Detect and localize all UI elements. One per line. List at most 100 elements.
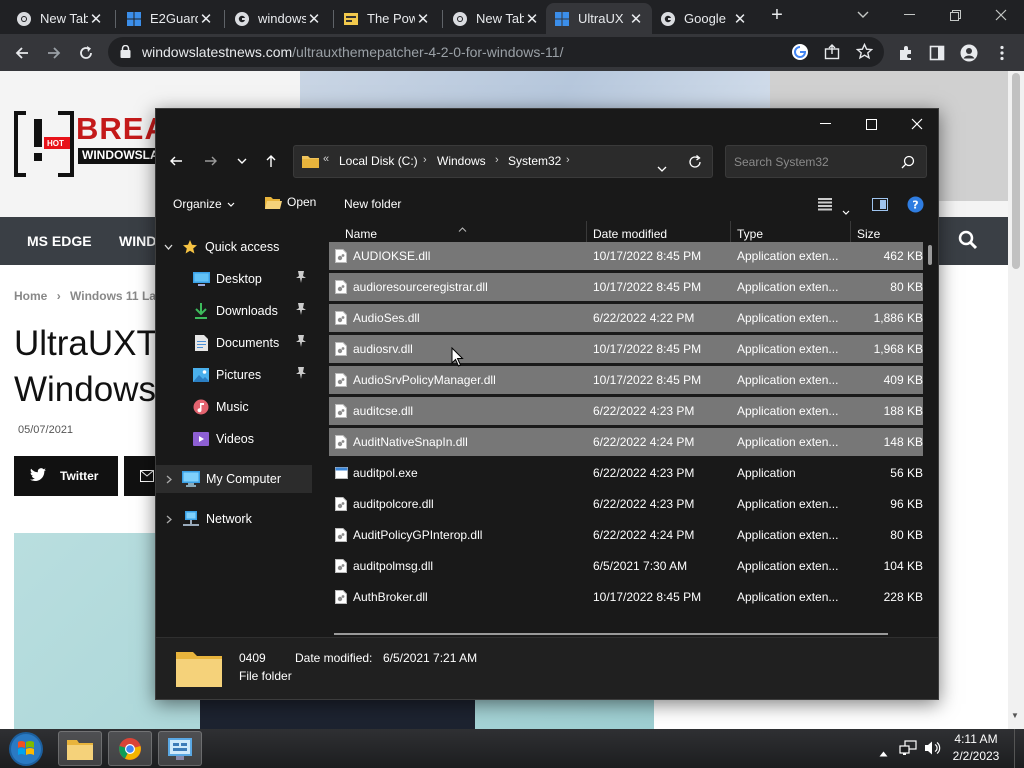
refresh-icon[interactable] — [688, 155, 702, 174]
start-button[interactable] — [5, 730, 47, 768]
expand-chevron-icon[interactable] — [164, 244, 173, 250]
forward-icon[interactable] — [197, 147, 225, 175]
tab-2[interactable]: E2Guardian ✕ — [118, 3, 222, 34]
crumb-separator[interactable]: › — [566, 154, 570, 166]
close-icon[interactable]: ✕ — [524, 10, 540, 28]
reload-icon[interactable] — [72, 39, 100, 67]
file-row[interactable]: AuthBroker.dll 10/17/2022 8:45 PM Applicat… — [329, 583, 923, 611]
forward-icon[interactable] — [40, 39, 68, 67]
back-icon[interactable] — [8, 39, 36, 67]
tab-7[interactable]: Google ✕ — [652, 3, 756, 34]
search-icon[interactable] — [958, 230, 978, 255]
column-size[interactable]: Size — [857, 227, 880, 241]
file-row[interactable]: AudioSes.dll 6/22/2022 4:22 PM Application… — [329, 304, 923, 332]
close-icon[interactable]: ✕ — [198, 10, 214, 28]
minimize-icon[interactable] — [802, 109, 848, 139]
menu-kebab-icon[interactable] — [988, 39, 1016, 67]
minimize-icon[interactable] — [886, 0, 932, 30]
file-row[interactable]: AuditPolicyGPInterop.dll 6/22/2022 4:24 P… — [329, 521, 923, 549]
crumb-system32[interactable]: System32 — [508, 154, 561, 168]
file-row[interactable]: AuditNativeSnapIn.dll 6/22/2022 4:24 PM Ap… — [329, 428, 923, 456]
address-dropdown-icon[interactable] — [657, 159, 667, 177]
tab-4[interactable]: The Powe ✕ — [335, 3, 439, 34]
close-icon[interactable]: ✕ — [628, 10, 644, 28]
file-row[interactable]: AUDIOKSE.dll 10/17/2022 8:45 PM Applicatio… — [329, 242, 923, 270]
back-icon[interactable] — [162, 147, 190, 175]
pin-icon[interactable] — [296, 335, 306, 350]
crumb-separator[interactable]: › — [423, 154, 427, 166]
nav-network[interactable]: Network — [166, 505, 252, 533]
tab-search-icon[interactable] — [840, 0, 886, 30]
close-icon[interactable]: ✕ — [88, 10, 104, 28]
file-row[interactable]: AudioSrvPolicyManager.dll 10/17/2022 8:45… — [329, 366, 923, 394]
crumb-local-disk[interactable]: Local Disk (C:) — [339, 154, 418, 168]
file-row[interactable]: auditpol.exe 6/22/2022 4:23 PM Application… — [329, 459, 923, 487]
google-lens-icon[interactable] — [791, 43, 809, 66]
column-name[interactable]: Name — [345, 227, 377, 241]
expand-chevron-icon[interactable] — [166, 475, 172, 484]
organize-menu[interactable]: Organize — [173, 197, 235, 211]
volume-icon[interactable] — [924, 740, 942, 761]
close-icon[interactable] — [978, 0, 1024, 30]
crumb-windows[interactable]: Windows — [437, 154, 486, 168]
new-tab-button[interactable]: + — [760, 0, 794, 30]
side-panel-icon[interactable] — [923, 39, 951, 67]
nav-quick-access[interactable]: Quick access — [164, 233, 279, 261]
file-row[interactable]: auditcse.dll 6/22/2022 4:23 PM Application… — [329, 397, 923, 425]
address-bar[interactable]: windowslatestnews.com/ultrauxthemepatche… — [108, 37, 884, 67]
preview-pane-icon[interactable] — [872, 198, 888, 216]
tab-3[interactable]: windows ✕ — [226, 3, 330, 34]
profile-icon[interactable] — [955, 39, 983, 67]
bookmark-star-icon[interactable] — [855, 42, 874, 65]
taskbar-clock-time[interactable]: 4:11 AM — [948, 732, 1004, 746]
pin-icon[interactable] — [296, 303, 306, 318]
file-row[interactable]: auditpolcore.dll 6/22/2022 4:23 PM Applica… — [329, 490, 923, 518]
show-desktop-button[interactable] — [1014, 729, 1024, 768]
tab-1[interactable]: New Tab ✕ — [8, 3, 112, 34]
pin-icon[interactable] — [296, 367, 306, 382]
lock-icon[interactable] — [120, 44, 131, 63]
file-list-horizontal-scrollbar[interactable] — [334, 633, 888, 635]
search-input[interactable] — [734, 153, 894, 171]
nav-videos[interactable]: Videos — [192, 425, 254, 453]
twitter-share-button[interactable]: Twitter — [14, 456, 118, 496]
hidden-crumbs-icon[interactable]: « — [323, 153, 329, 165]
nav-music[interactable]: Music — [192, 393, 249, 421]
nav-documents[interactable]: Documents — [192, 329, 312, 357]
explorer-address-bar[interactable]: « Local Disk (C:) › Windows › System32 › — [293, 145, 713, 178]
taskbar-clock-date[interactable]: 2/2/2023 — [948, 749, 1004, 763]
nav-desktop[interactable]: Desktop — [192, 265, 312, 293]
close-icon[interactable] — [894, 109, 940, 139]
file-row[interactable]: audiosrv.dll 10/17/2022 8:45 PM Applicatio… — [329, 335, 923, 363]
chevron-down-icon[interactable] — [842, 202, 850, 220]
file-list-scrollbar[interactable] — [928, 245, 932, 265]
close-icon[interactable]: ✕ — [306, 10, 322, 28]
nav-pictures[interactable]: Pictures — [192, 361, 312, 389]
breadcrumb-home[interactable]: Home — [14, 289, 47, 303]
nav-my-computer[interactable]: My Computer — [156, 465, 312, 493]
show-hidden-icons-icon[interactable] — [879, 744, 888, 762]
up-icon[interactable] — [257, 147, 285, 175]
column-date-modified[interactable]: Date modified — [593, 227, 667, 241]
expand-chevron-icon[interactable] — [166, 515, 172, 524]
nav-ms-edge[interactable]: MS EDGE — [27, 233, 92, 249]
network-tray-icon[interactable] — [899, 740, 917, 761]
file-row[interactable]: audioresourceregistrar.dll 10/17/2022 8:4… — [329, 273, 923, 301]
maximize-icon[interactable] — [848, 109, 894, 139]
taskbar-chrome[interactable] — [108, 731, 152, 766]
nav-downloads[interactable]: Downloads — [192, 297, 312, 325]
extensions-icon[interactable] — [892, 39, 920, 67]
pin-icon[interactable] — [296, 271, 306, 286]
tab-6-active[interactable]: UltraUX ✕ — [546, 3, 652, 34]
nav-windows[interactable]: WIND — [119, 233, 156, 249]
close-icon[interactable]: ✕ — [732, 10, 748, 28]
file-row[interactable]: auditpolmsg.dll 6/5/2021 7:30 AM Applicati… — [329, 552, 923, 580]
search-box[interactable] — [725, 145, 927, 178]
site-logo[interactable]: HOT BREA WINDOWSLA — [14, 109, 174, 179]
crumb-separator[interactable]: › — [495, 154, 499, 166]
scroll-down-icon[interactable]: ▼ — [1011, 711, 1019, 720]
share-icon[interactable] — [824, 44, 840, 65]
tab-5[interactable]: New Tab ✕ — [444, 3, 548, 34]
help-icon[interactable]: ? — [907, 196, 924, 218]
taskbar-file-explorer[interactable] — [58, 731, 102, 766]
